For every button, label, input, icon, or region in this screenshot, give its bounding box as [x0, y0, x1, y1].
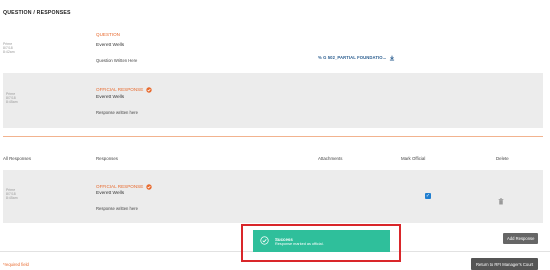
download-icon[interactable]: [389, 48, 395, 66]
row-author: Everett Wells: [96, 191, 125, 196]
attachment-link[interactable]: % G 502_PARTIAL FOUNDATIO...: [318, 55, 386, 60]
question-author: Everett Wells: [96, 43, 125, 48]
trash-icon[interactable]: [498, 192, 504, 210]
official-badge-icon: [146, 177, 153, 195]
header-mark-official: Mark Official: [401, 156, 426, 161]
question-attachment[interactable]: % G 502_PARTIAL FOUNDATIO...: [318, 48, 395, 66]
row-meta-line: 8:45am: [6, 196, 18, 201]
toast-message: Response marked as official.: [275, 241, 324, 246]
official-response-meta-line: 8:45am: [6, 100, 18, 105]
question-label: QUESTION: [96, 32, 120, 37]
header-all-responses: All Responses: [3, 156, 32, 161]
section-divider: [3, 136, 543, 137]
toast-content: Success Response marked as official.: [275, 237, 324, 246]
required-field-note: *required field: [3, 262, 29, 267]
question-text: Question Written Here: [96, 58, 138, 63]
official-response-author: Everett Wells: [96, 95, 125, 100]
mark-official-checkbox[interactable]: ✓: [425, 193, 431, 199]
official-badge-icon: [146, 80, 153, 98]
header-delete: Delete: [496, 156, 509, 161]
official-response-label: OFFICIAL RESPONSE: [96, 86, 144, 92]
success-toast[interactable]: Success Response marked as official.: [253, 230, 390, 252]
header-attachments: Attachments: [318, 156, 343, 161]
page-title: QUESTION / RESPONSES: [3, 10, 71, 16]
add-response-button[interactable]: Add Response: [503, 233, 539, 244]
question-meta: Prime 8/7/18 8:42am: [3, 42, 15, 55]
official-response-text: Response written here: [96, 110, 138, 115]
success-check-icon: [260, 232, 269, 250]
official-response-panel: [3, 73, 543, 128]
official-response-meta: Prime 8/7/18 8:45am: [6, 92, 18, 105]
question-meta-line: 8:42am: [3, 50, 15, 55]
row-label: OFFICIAL RESPONSE: [96, 183, 144, 189]
header-responses: Responses: [96, 156, 118, 161]
row-text: Response written here: [96, 206, 138, 211]
table-row: [3, 170, 543, 223]
row-meta: Prime 8/7/18 8:45am: [6, 188, 18, 201]
return-button[interactable]: Return to RFI Manager's Court: [471, 258, 539, 270]
